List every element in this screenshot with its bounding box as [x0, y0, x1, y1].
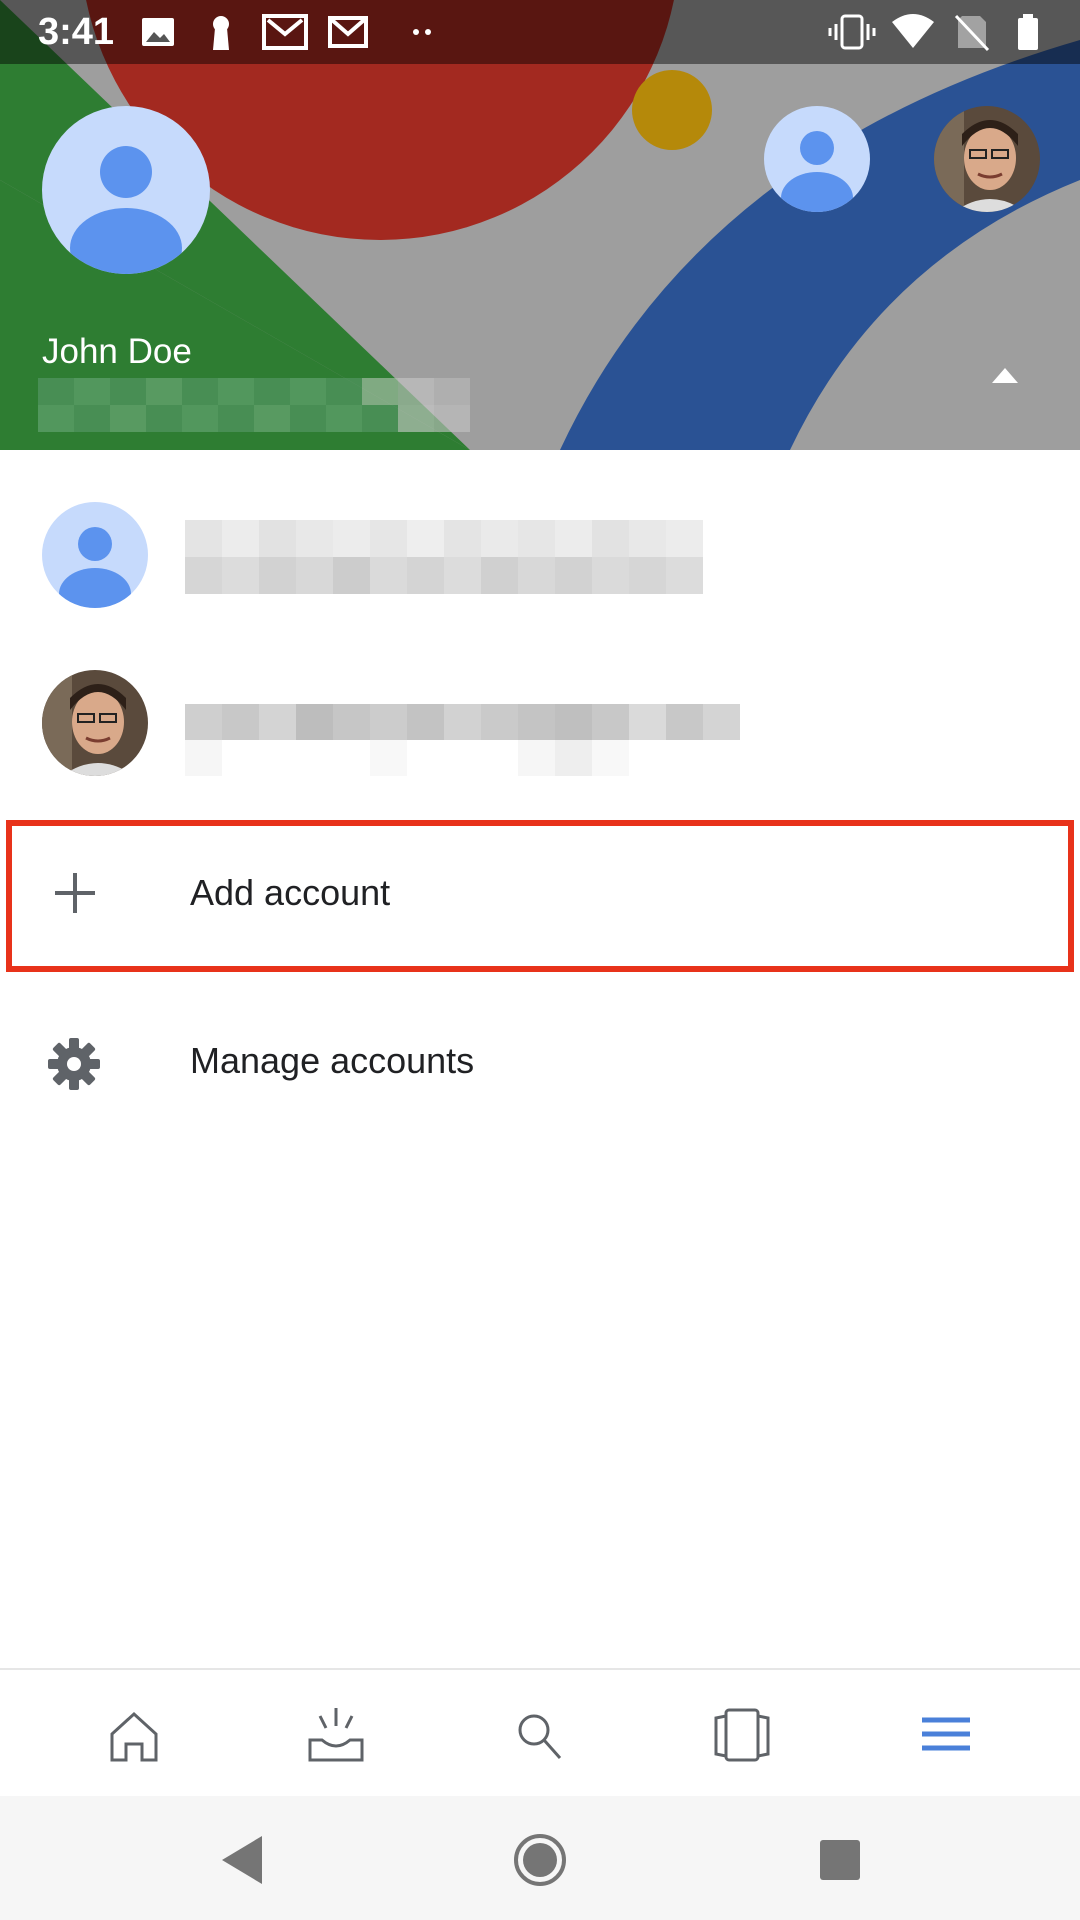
back-icon[interactable]: [210, 1830, 274, 1890]
person-icon: [70, 146, 182, 274]
home-icon[interactable]: [94, 1700, 174, 1770]
more-dots-icon: [413, 29, 431, 35]
account-list-item[interactable]: [0, 470, 1080, 638]
menu-icon[interactable]: [906, 1700, 986, 1770]
person-icon: [781, 131, 853, 212]
keyhole-icon: [213, 16, 229, 50]
switch-account-avatar-photo[interactable]: [934, 106, 1040, 212]
plus-icon: [55, 873, 95, 913]
account-email-redacted: [38, 378, 470, 432]
status-time: 3:41: [38, 11, 115, 53]
gmail-stack-icon: [262, 14, 308, 50]
account-name: John Doe: [42, 332, 192, 371]
add-account-button[interactable]: Add account: [0, 812, 1080, 972]
cards-icon[interactable]: [702, 1700, 782, 1770]
image-icon: [142, 18, 174, 46]
account-info-redacted: [185, 520, 703, 594]
account-list-item[interactable]: [0, 638, 1080, 806]
account-avatar: [42, 670, 148, 776]
home-button-icon[interactable]: [508, 1830, 572, 1890]
recents-icon[interactable]: [808, 1830, 872, 1890]
inbox-icon[interactable]: [296, 1700, 376, 1770]
current-account-avatar[interactable]: [42, 106, 210, 274]
profile-photo: [42, 670, 148, 776]
search-icon[interactable]: [500, 1700, 580, 1770]
wifi-icon: [892, 14, 934, 48]
manage-accounts-label: Manage accounts: [190, 1040, 475, 1081]
no-sim-icon: [954, 14, 990, 52]
account-avatar: [42, 502, 148, 608]
vibrate-icon: [828, 14, 876, 50]
switch-account-avatar-generic[interactable]: [764, 106, 870, 212]
person-icon: [59, 527, 131, 608]
gear-icon: [48, 1038, 100, 1090]
battery-icon: [1018, 14, 1038, 50]
add-account-label: Add account: [190, 872, 391, 913]
profile-photo: [934, 106, 1040, 212]
gmail-icon: [328, 16, 368, 48]
account-info-redacted: [185, 704, 740, 776]
collapse-accounts-icon[interactable]: [990, 365, 1020, 387]
account-header: 3:41 John Doe: [0, 0, 1080, 450]
manage-accounts-button[interactable]: Manage accounts: [0, 980, 1080, 1140]
